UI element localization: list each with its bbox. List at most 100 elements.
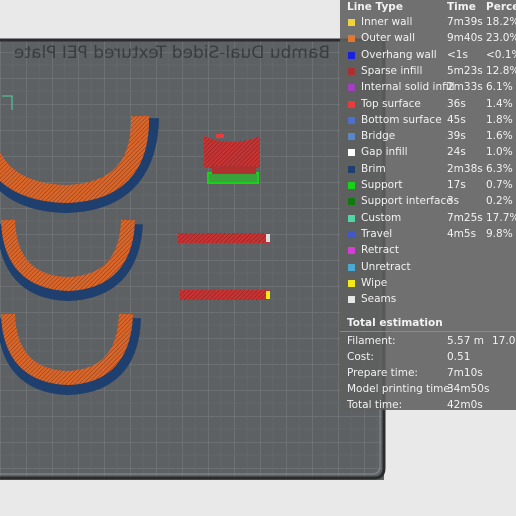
legend-swatch-icon	[348, 133, 355, 141]
filament-weight: 17.01	[492, 335, 516, 347]
legend-swatch-icon	[348, 149, 355, 157]
legend-row-percent: 23.0%	[486, 32, 516, 45]
legend-swatch-icon	[348, 214, 355, 222]
legend-row-label: Top surface	[361, 97, 421, 110]
legend-row-label: Inner wall	[361, 16, 413, 28]
legend-row-label: Retract	[361, 244, 400, 257]
legend-swatch-icon	[348, 67, 355, 75]
legend-row[interactable]: Overhang wall <1s <0.1%	[340, 48, 516, 64]
legend-row[interactable]: Bottom surface 45s 1.8%	[340, 113, 516, 129]
legend-row-label: Gap infill	[361, 146, 408, 159]
legend-swatch-icon	[348, 263, 355, 271]
legend-row-label: Sparse infill	[361, 64, 423, 77]
cost-row: Cost: 0.51	[340, 350, 516, 366]
legend-header-line-type: Line Type	[347, 1, 403, 13]
bar-part-2[interactable]	[180, 290, 270, 300]
legend-row[interactable]: Inner wall 7m39s18.2%	[340, 15, 516, 31]
legend-row-percent: 1.0%	[486, 146, 513, 159]
legend-row-percent: 1.8%	[486, 113, 513, 126]
legend-row-label: Overhang wall	[361, 48, 437, 61]
legend-row[interactable]: Support 17s 0.7%	[340, 178, 516, 194]
legend-swatch-icon	[348, 35, 355, 43]
legend-row-percent: 18.2%	[486, 16, 516, 28]
legend-row-percent: <0.1%	[486, 48, 516, 61]
model-printing-time-row: Model printing time: 34m50s	[340, 382, 516, 398]
total-time-row: Total time: 42m0s	[340, 398, 516, 410]
prepare-time-row: Prepare time: 7m10s	[340, 366, 516, 382]
legend-row[interactable]: Custom 7m25s17.7%	[340, 211, 516, 227]
legend-header-percent: Percent	[486, 1, 516, 13]
legend-row-label: Bridge	[361, 130, 396, 143]
legend-swatch-icon	[348, 100, 355, 108]
legend-row[interactable]: Seams	[340, 292, 516, 308]
total-estimation-title: Total estimation	[347, 317, 443, 329]
legend-swatch-icon	[348, 182, 355, 189]
legend-swatch-icon	[348, 116, 355, 124]
legend-row-time: 2m38s	[447, 162, 483, 175]
legend-row[interactable]: Top surface 36s 1.4%	[340, 97, 516, 113]
legend-row-label: Unretract	[361, 260, 411, 273]
legend-swatch-icon	[348, 247, 355, 255]
3d-preview-viewport[interactable]: Bambu Dual-Sided Textured PEI Plate Line…	[0, 0, 516, 516]
filament-label: Filament:	[347, 335, 396, 347]
legend-row[interactable]: Travel 4m5s 9.8%	[340, 227, 516, 243]
total-time-value: 42m0s	[447, 399, 483, 410]
legend-row-time: 4m5s	[447, 227, 477, 240]
legend-row[interactable]: Brim 2m38s 6.3%	[340, 162, 516, 178]
legend-swatch-icon	[348, 279, 355, 287]
legend-row-percent: 1.4%	[486, 97, 513, 110]
legend-row-percent: 17.7%	[486, 211, 516, 224]
legend-row-percent: 0.2%	[486, 195, 513, 208]
legend-row-label: Custom	[361, 211, 402, 224]
legend-row-label: Seams	[361, 293, 397, 306]
legend-row-time: 5m23s	[447, 64, 483, 77]
filament-length: 5.57 m	[447, 335, 484, 347]
legend-swatch-icon	[348, 198, 355, 206]
legend-row[interactable]: Unretract	[340, 260, 516, 276]
legend-row-label: Support interface	[361, 195, 453, 208]
legend-row-percent: 1.6%	[486, 130, 513, 143]
legend-row-time: <1s	[447, 48, 468, 61]
legend-row-percent: 9.8%	[486, 227, 513, 240]
legend-row-time: 2m33s	[447, 81, 483, 94]
legend-row-percent: 6.1%	[486, 81, 513, 94]
line-type-legend-panel: Line Type Time Percent Inner wall 7m39s18…	[340, 0, 516, 410]
filament-row: Filament: 5.57 m 17.01	[340, 334, 516, 350]
legend-row-time: 3s	[447, 195, 460, 208]
legend-row-percent: 0.7%	[486, 179, 513, 191]
legend-row-time: 17s	[447, 179, 466, 191]
legend-swatch-icon	[348, 165, 355, 173]
total-divider	[340, 331, 516, 332]
legend-row-label: Bottom surface	[361, 113, 442, 126]
legend-row[interactable]: Internal solid infill 2m33s 6.1%	[340, 80, 516, 96]
legend-swatch-icon	[348, 19, 355, 26]
legend-row[interactable]: Wipe	[340, 276, 516, 292]
bar-part-1[interactable]	[178, 233, 270, 243]
legend-row-time: 36s	[447, 97, 466, 110]
legend-row[interactable]: Gap infill 24s 1.0%	[340, 145, 516, 161]
legend-row-time: 39s	[447, 130, 466, 143]
legend-swatch-icon	[348, 51, 355, 59]
model-printing-time-label: Model printing time:	[347, 383, 454, 395]
legend-row[interactable]: Retract	[340, 243, 516, 259]
plate-label: Bambu Dual-Sided Textured PEI Plate	[14, 43, 330, 63]
prepare-time-label: Prepare time:	[347, 367, 418, 379]
legend-row-percent: 6.3%	[486, 162, 513, 175]
legend-row[interactable]: Outer wall 9m40s23.0%	[340, 31, 516, 47]
total-time-label: Total time:	[347, 399, 403, 410]
legend-header-time: Time	[447, 1, 476, 13]
legend-row-label: Outer wall	[361, 32, 416, 45]
cost-value: 0.51	[447, 351, 471, 363]
legend-row-time: 7m39s	[447, 16, 483, 28]
legend-row[interactable]: Sparse infill 5m23s12.8%	[340, 64, 516, 80]
legend-row-label: Support	[361, 179, 403, 191]
legend-row-label: Wipe	[361, 276, 388, 289]
plate-surface	[0, 40, 384, 480]
legend-row[interactable]: Support interface 3s 0.2%	[340, 194, 516, 210]
model-printing-time-value: 34m50s	[447, 383, 490, 395]
legend-row-time: 24s	[447, 146, 466, 159]
legend-row[interactable]: Bridge 39s 1.6%	[340, 129, 516, 145]
legend-row-label: Brim	[361, 162, 386, 175]
legend-row-percent: 12.8%	[486, 64, 516, 77]
legend-swatch-icon	[348, 84, 355, 92]
